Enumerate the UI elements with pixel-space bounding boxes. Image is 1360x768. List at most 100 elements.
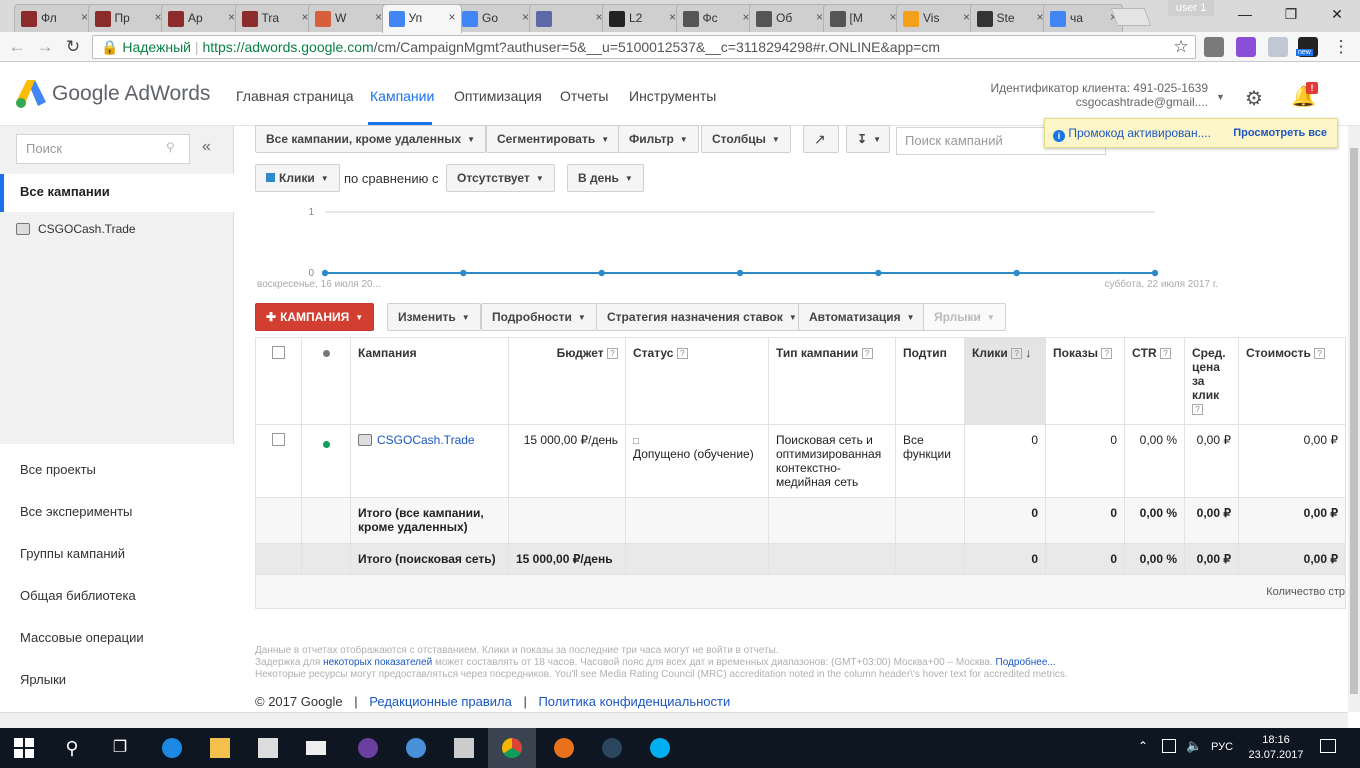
browser-tab[interactable]: Уп ×: [381, 4, 462, 33]
extension-icon[interactable]: [1204, 37, 1224, 57]
data-point[interactable]: [321, 269, 329, 277]
tab-close-icon[interactable]: ×: [81, 10, 88, 24]
data-point[interactable]: [875, 269, 882, 277]
app-blue-icon[interactable]: [392, 728, 440, 768]
store-icon[interactable]: [244, 728, 292, 768]
bookmark-star-icon[interactable]: ☆: [1170, 36, 1192, 58]
tab-close-icon[interactable]: ×: [669, 10, 676, 24]
minimize-icon[interactable]: —: [1222, 2, 1268, 26]
chart-toggle-button[interactable]: ↗: [803, 125, 839, 153]
sidebar-item-all-projects[interactable]: Все проекты: [20, 462, 96, 477]
col-type[interactable]: Тип кампании ?: [768, 337, 896, 425]
automation-dropdown[interactable]: Автоматизация ▼: [798, 303, 926, 331]
edge-icon[interactable]: [148, 728, 196, 768]
nav-reports[interactable]: Отчеты: [560, 88, 608, 104]
policies-link[interactable]: Редакционные правила: [369, 694, 512, 709]
profile-badge[interactable]: user 1: [1168, 0, 1214, 16]
col-avg-cpc[interactable]: Сред. цена за клик ?: [1184, 337, 1239, 425]
nav-optimization[interactable]: Оптимизация: [454, 88, 542, 104]
settings-gear-icon[interactable]: ⚙: [1245, 86, 1263, 111]
tab-close-icon[interactable]: ×: [448, 10, 455, 24]
forward-icon[interactable]: →: [34, 36, 56, 58]
browser-tab[interactable]: Go ×: [455, 4, 535, 32]
sidebar-item-experiments[interactable]: Все эксперименты: [20, 504, 132, 519]
horizontal-scrollbar[interactable]: [0, 712, 1348, 728]
tray-chevron-icon[interactable]: ⌃: [1138, 739, 1148, 753]
segment-dropdown[interactable]: Сегментировать ▼: [486, 125, 621, 153]
browser-tab[interactable]: Ар ×: [161, 4, 241, 32]
clock[interactable]: 18:16 23.07.2017: [1245, 733, 1307, 763]
details-dropdown[interactable]: Подробности ▼: [481, 303, 597, 331]
browser-tab[interactable]: Ste ×: [969, 4, 1050, 32]
speech-bubble-icon[interactable]: □: [633, 436, 639, 447]
status-enabled-dot[interactable]: [322, 441, 330, 448]
rows-per-page-label[interactable]: Количество стр: [255, 574, 1346, 609]
search-icon[interactable]: ⚲: [48, 728, 96, 768]
address-bar[interactable]: 🔒 Надежный | https://adwords.google.com/…: [92, 35, 1196, 59]
period-dropdown[interactable]: В день ▼: [567, 164, 644, 192]
tab-close-icon[interactable]: ×: [816, 10, 823, 24]
task-view-icon[interactable]: ❐: [96, 728, 144, 768]
browser-tab[interactable]: W ×: [308, 4, 388, 32]
windows-start-icon[interactable]: [0, 728, 48, 768]
browser-tab[interactable]: Фс ×: [675, 4, 756, 32]
metric-dropdown[interactable]: Клики ▼: [255, 164, 340, 192]
sidebar-item-campaign[interactable]: CSGOCash.Trade: [16, 222, 136, 236]
browser-tab[interactable]: Фл ×: [14, 4, 94, 32]
network-icon[interactable]: [1162, 739, 1176, 753]
nav-home[interactable]: Главная страница: [236, 88, 354, 104]
col-cost[interactable]: Стоимость ?: [1238, 337, 1346, 425]
view-all-link[interactable]: Просмотреть все: [1233, 119, 1327, 147]
mail-icon[interactable]: [292, 728, 340, 768]
firefox-icon[interactable]: [540, 728, 588, 768]
col-subtype[interactable]: Подтип: [895, 337, 965, 425]
help-icon[interactable]: ?: [676, 348, 688, 360]
budget-cell[interactable]: 15 000,00 ₽/день: [508, 424, 626, 498]
data-point[interactable]: [460, 269, 467, 277]
volume-icon[interactable]: 🔈: [1186, 738, 1202, 754]
row-checkbox[interactable]: [272, 433, 285, 446]
close-window-icon[interactable]: ✕: [1314, 2, 1360, 26]
tab-close-icon[interactable]: ×: [522, 10, 529, 24]
col-impressions[interactable]: Показы ?: [1045, 337, 1125, 425]
sidebar-item-bulk-operations[interactable]: Массовые операции: [20, 630, 144, 645]
col-ctr[interactable]: CTR ?: [1124, 337, 1185, 425]
nav-campaigns[interactable]: Кампании: [370, 88, 434, 104]
data-point[interactable]: [598, 269, 605, 277]
extension-pen-icon[interactable]: [1268, 37, 1288, 57]
help-icon[interactable]: ?: [607, 348, 618, 360]
metrics-link[interactable]: некоторых показателей: [323, 657, 432, 668]
maximize-icon[interactable]: ❐: [1268, 2, 1314, 26]
account-selector[interactable]: Идентификатор клиента: 491-025-1639 csgo…: [991, 81, 1209, 109]
menu-icon[interactable]: ⋮: [1330, 36, 1352, 58]
sidebar-item-campaign-groups[interactable]: Группы кампаний: [20, 546, 125, 561]
filter-dropdown[interactable]: Фильтр ▼: [618, 125, 699, 153]
campaign-link[interactable]: CSGOCash.Trade: [377, 433, 475, 447]
privacy-link[interactable]: Политика конфиденциальности: [538, 694, 730, 709]
extension-feather-icon[interactable]: [1236, 37, 1256, 57]
browser-tab[interactable]: ×: [528, 4, 609, 32]
sidebar-item-shared-library[interactable]: Общая библиотека: [20, 588, 136, 603]
browser-tab[interactable]: Tra ×: [234, 4, 315, 32]
columns-dropdown[interactable]: Столбцы ▼: [701, 125, 791, 153]
app-purple-icon[interactable]: [344, 728, 392, 768]
help-icon[interactable]: ?: [1314, 348, 1326, 360]
nav-tools[interactable]: Инструменты: [629, 88, 716, 104]
chrome-icon[interactable]: [488, 728, 536, 768]
steam-icon[interactable]: [588, 728, 636, 768]
vertical-scrollbar[interactable]: [1348, 126, 1360, 712]
select-all-checkbox[interactable]: [272, 346, 285, 359]
edit-dropdown[interactable]: Изменить ▼: [387, 303, 481, 331]
campaign-filter-dropdown[interactable]: Все кампании, кроме удаленных ▼: [255, 125, 487, 153]
calculator-icon[interactable]: [440, 728, 488, 768]
help-icon[interactable]: ?: [861, 348, 873, 360]
sidebar-item-all-campaigns[interactable]: Все кампании: [0, 174, 234, 212]
help-icon[interactable]: ?: [1011, 348, 1023, 360]
tab-close-icon[interactable]: ×: [228, 10, 235, 24]
new-tab-button[interactable]: [1110, 8, 1152, 26]
bid-strategy-dropdown[interactable]: Стратегия назначения ставок ▼: [596, 303, 808, 331]
sidebar-item-labels[interactable]: Ярлыки: [20, 672, 66, 687]
help-icon[interactable]: ?: [1160, 348, 1172, 360]
app-logo[interactable]: Google AdWords: [52, 82, 210, 106]
browser-tab[interactable]: Пр ×: [87, 4, 168, 32]
